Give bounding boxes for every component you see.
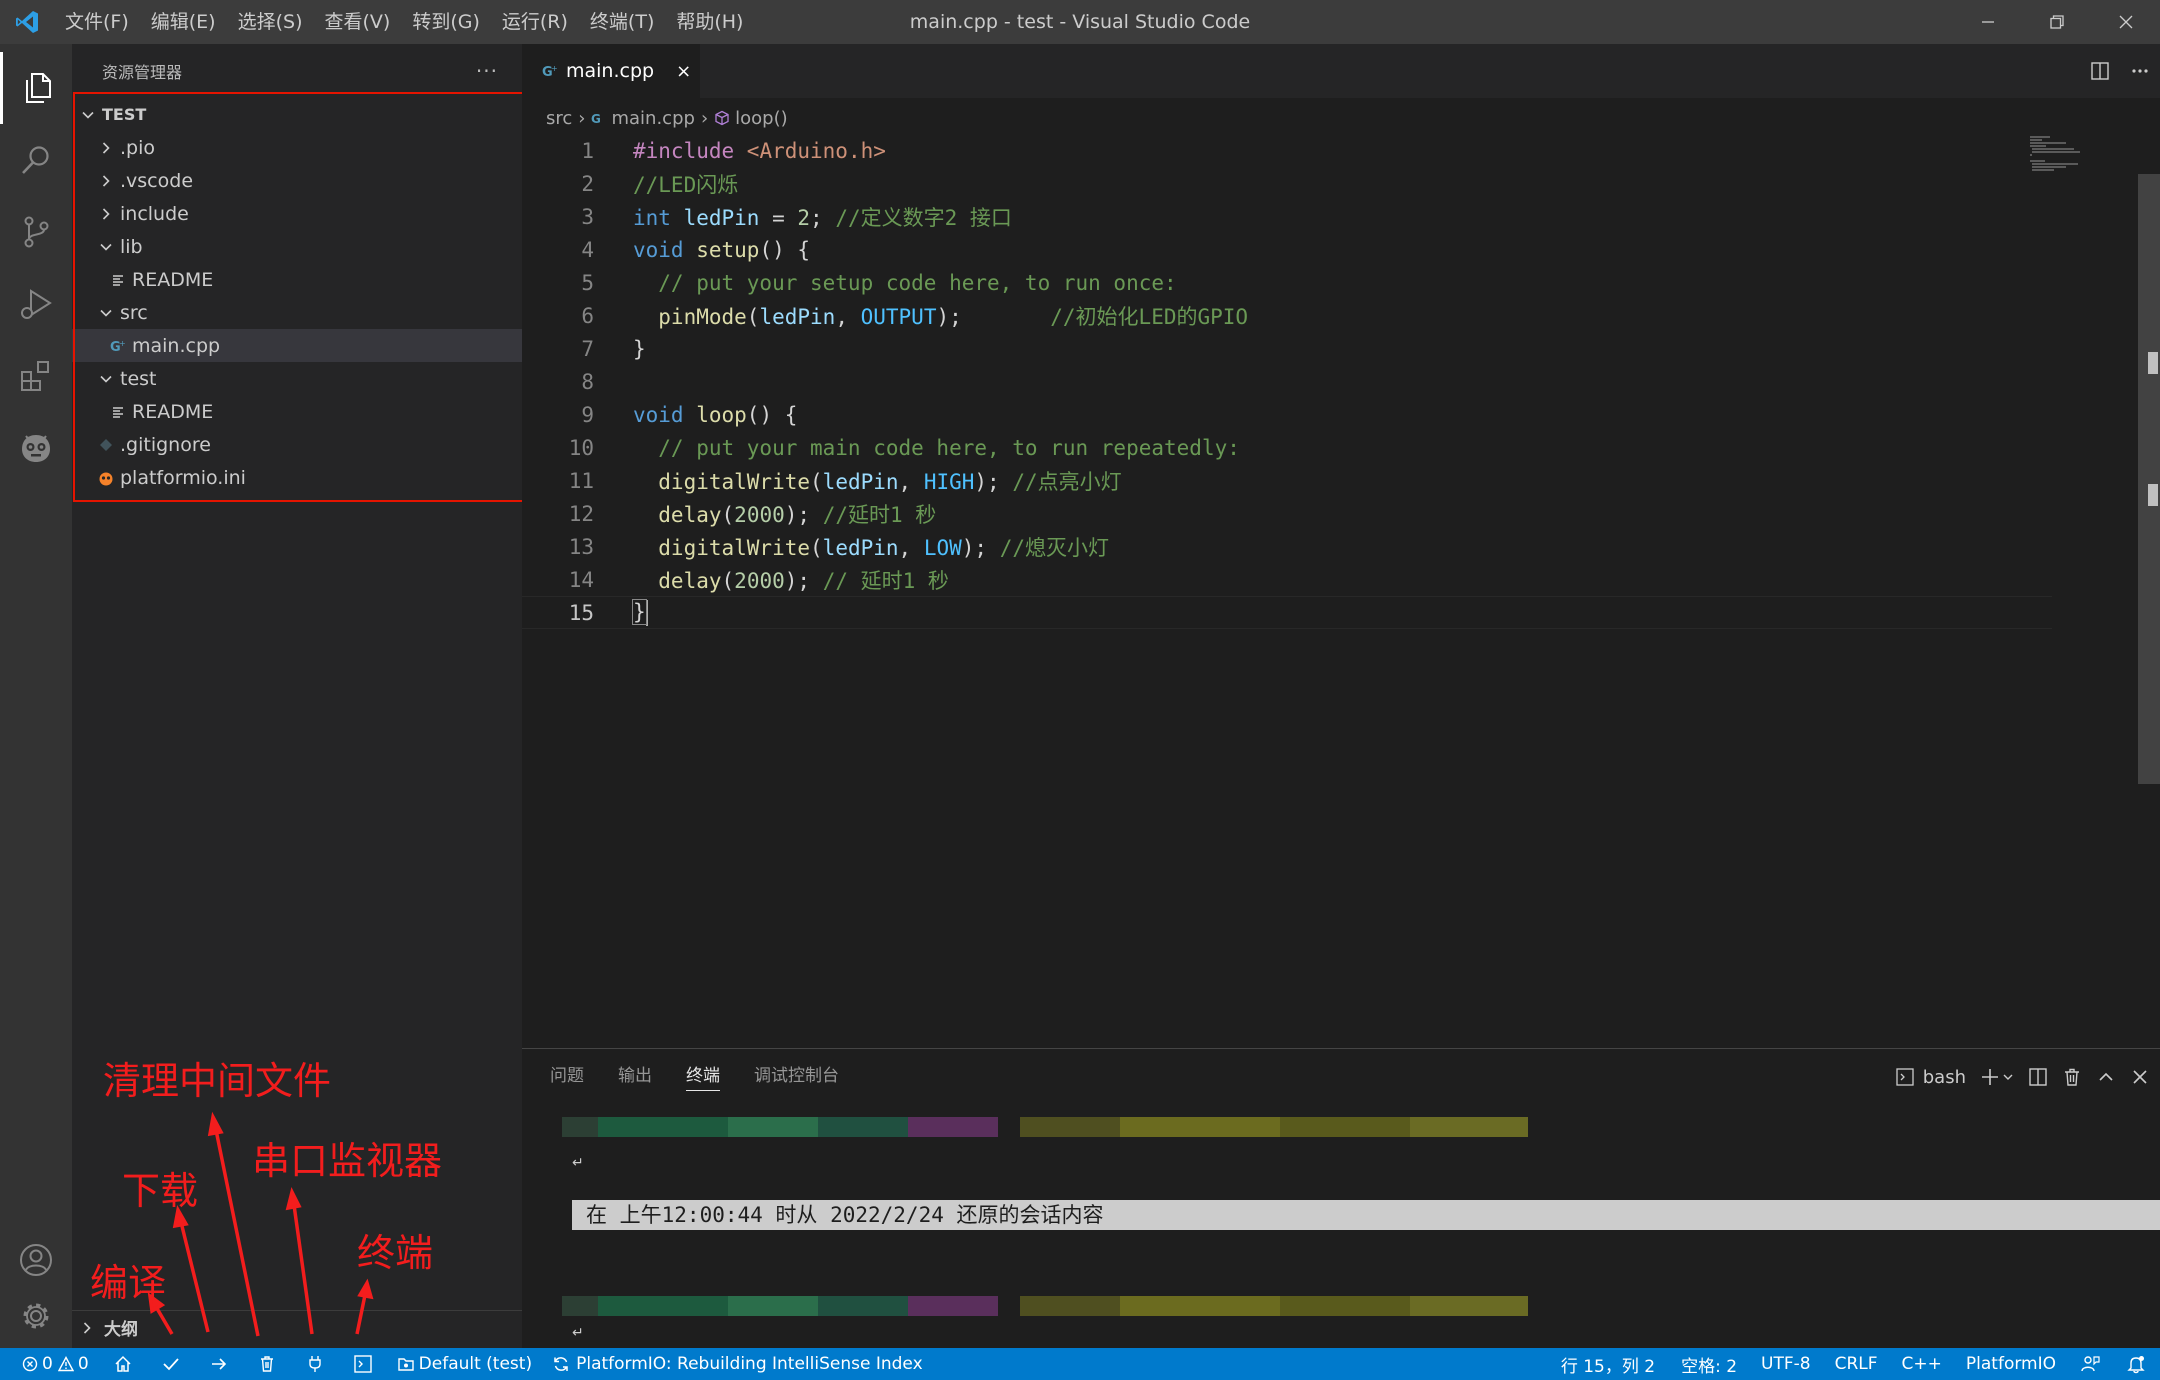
chevron-right-icon: › <box>700 107 709 129</box>
line-number: 4 <box>581 237 594 262</box>
folder-env-icon <box>397 1358 414 1371</box>
error-icon <box>22 1356 38 1372</box>
symbol-method-icon <box>714 110 730 126</box>
minimap[interactable] <box>2030 134 2140 194</box>
tab-debug-console[interactable]: 调试控制台 <box>754 1061 839 1091</box>
pio-terminal-icon[interactable] <box>339 1348 387 1380</box>
error-count: 0 <box>42 1354 53 1374</box>
cursor-position[interactable]: 行 15，列 2 <box>1547 1348 1669 1380</box>
prompt-mark: ↵ <box>572 1155 584 1171</box>
tab-bar: G + main.cpp × <box>522 44 2160 98</box>
line-number: 13 <box>568 534 594 559</box>
maximize-panel-icon[interactable] <box>2096 1067 2116 1087</box>
svg-text:+: + <box>551 64 558 73</box>
restore-session-message: 在 上午12:00:44 时从 2022/2/24 还原的会话内容 <box>572 1200 2160 1230</box>
tab-output[interactable]: 输出 <box>618 1061 652 1091</box>
indentation[interactable]: 空格: 2 <box>1669 1348 1749 1380</box>
code-line: 1 #include <Arduino.h> <box>522 134 2052 167</box>
editor-scrollbar[interactable] <box>2138 134 2160 784</box>
pio-home-icon[interactable] <box>99 1348 147 1380</box>
notifications-icon[interactable] <box>2112 1348 2160 1380</box>
pio-build-icon[interactable] <box>147 1348 195 1380</box>
line-number: 14 <box>568 567 594 592</box>
code-line: 5 // put your setup code here, to run on… <box>522 266 2052 299</box>
sync-icon <box>554 1357 568 1371</box>
split-terminal-icon[interactable] <box>2028 1067 2048 1087</box>
line-number: 7 <box>581 336 594 361</box>
line-number: 2 <box>581 171 594 196</box>
close-icon[interactable]: × <box>676 61 691 82</box>
tab-main-cpp[interactable]: G + main.cpp × <box>522 44 700 98</box>
line-number: 8 <box>581 369 594 394</box>
editor-area: G + main.cpp × src › G main.cpp › loop() … <box>522 44 2160 1048</box>
pio-task-status[interactable]: PlatformIO: Rebuilding IntelliSense Inde… <box>542 1348 933 1380</box>
add-terminal-icon[interactable] <box>1980 1067 2014 1087</box>
warning-icon <box>57 1356 74 1372</box>
env-label: Default (test) <box>418 1354 533 1374</box>
code-line: 6 pinMode(ledPin, OUTPUT); //初始化LED的GPIO <box>522 299 2052 332</box>
code-line: 7} <box>522 332 2052 365</box>
chevron-right-icon: › <box>578 107 586 129</box>
line-number: 6 <box>581 303 594 328</box>
svg-text:G: G <box>591 112 601 125</box>
code-line: 2//LED闪烁 <box>522 167 2052 200</box>
platformio-status[interactable]: PlatformIO <box>1954 1348 2068 1380</box>
warning-count: 0 <box>77 1354 89 1374</box>
pio-upload-icon[interactable] <box>195 1348 243 1380</box>
panel-tabs: 问题 输出 终端 调试控制台 <box>550 1061 873 1091</box>
pio-clean-icon[interactable] <box>243 1348 291 1380</box>
code-line: 11 digitalWrite(ledPin, HIGH); //点亮小灯 <box>522 464 2052 497</box>
pio-serial-monitor-icon[interactable] <box>291 1348 339 1380</box>
task-label: PlatformIO: Rebuilding IntelliSense Inde… <box>576 1354 923 1374</box>
language-mode[interactable]: C++ <box>1890 1348 1954 1380</box>
breadcrumb: src › G main.cpp › loop() <box>546 102 788 134</box>
line-ending[interactable]: CRLF <box>1823 1348 1890 1380</box>
line-number: 1 <box>581 138 594 163</box>
encoding[interactable]: UTF-8 <box>1749 1348 1823 1380</box>
status-bar: 0 0 Default (test) PlatformIO: Rebuildin… <box>0 1348 2160 1380</box>
prompt-mark: ↵ <box>572 1325 584 1341</box>
tab-label: main.cpp <box>566 60 655 82</box>
line-number: 5 <box>581 270 594 295</box>
breadcrumb-src[interactable]: src <box>546 108 572 129</box>
cpp-file-icon: G <box>591 111 605 125</box>
code-line: 4 void setup() { <box>522 233 2052 266</box>
line-number: 12 <box>568 501 594 526</box>
code-line: 3 int ledPin = 2; //定义数字2 接口 <box>522 200 2052 233</box>
code-line: 10 // put your main code here, to run re… <box>522 431 2052 464</box>
feedback-icon[interactable] <box>2068 1348 2112 1380</box>
line-number: 10 <box>568 435 594 460</box>
terminal-icon <box>1896 1068 1914 1086</box>
tab-terminal[interactable]: 终端 <box>686 1061 720 1091</box>
code-line: 8 <box>522 365 2052 398</box>
code-line: 14 delay(2000); // 延时1 秒 <box>522 563 2052 596</box>
trash-icon[interactable] <box>2062 1067 2082 1087</box>
breadcrumb-symbol[interactable]: loop() <box>735 108 788 129</box>
terminal-panel: 问题 输出 终端 调试控制台 bash ↵ 在 上午12:00:44 时从 20… <box>522 1048 2160 1348</box>
editor-actions <box>2080 44 2160 98</box>
line-number: 9 <box>581 402 594 427</box>
code-line: 9 void loop() { <box>522 398 2052 431</box>
breadcrumb-file[interactable]: main.cpp <box>611 108 694 129</box>
line-number: 3 <box>581 204 594 229</box>
close-panel-icon[interactable] <box>2130 1067 2150 1087</box>
line-number: 11 <box>568 468 594 493</box>
pio-env-selector[interactable]: Default (test) <box>387 1348 542 1380</box>
line-number: 15 <box>568 600 594 625</box>
code-line-current: 15} <box>522 596 2052 629</box>
shell-name: bash <box>1922 1066 1966 1088</box>
terminal-shell-selector[interactable]: bash <box>1895 1067 1966 1088</box>
panel-actions: bash <box>1881 1059 2150 1095</box>
vscode-window: 文件(F) 编辑(E) 选择(S) 查看(V) 转到(G) 运行(R) 终端(T… <box>0 0 2160 1380</box>
more-actions-icon[interactable] <box>2120 44 2160 98</box>
code-line: 13 digitalWrite(ledPin, LOW); //熄灭小灯 <box>522 530 2052 563</box>
cpp-file-icon: G + <box>542 63 558 79</box>
code-line: 12 delay(2000); //延时1 秒 <box>522 497 2052 530</box>
problems-status[interactable]: 0 0 <box>0 1348 99 1380</box>
split-editor-icon[interactable] <box>2080 44 2120 98</box>
tab-problems[interactable]: 问题 <box>550 1061 584 1091</box>
